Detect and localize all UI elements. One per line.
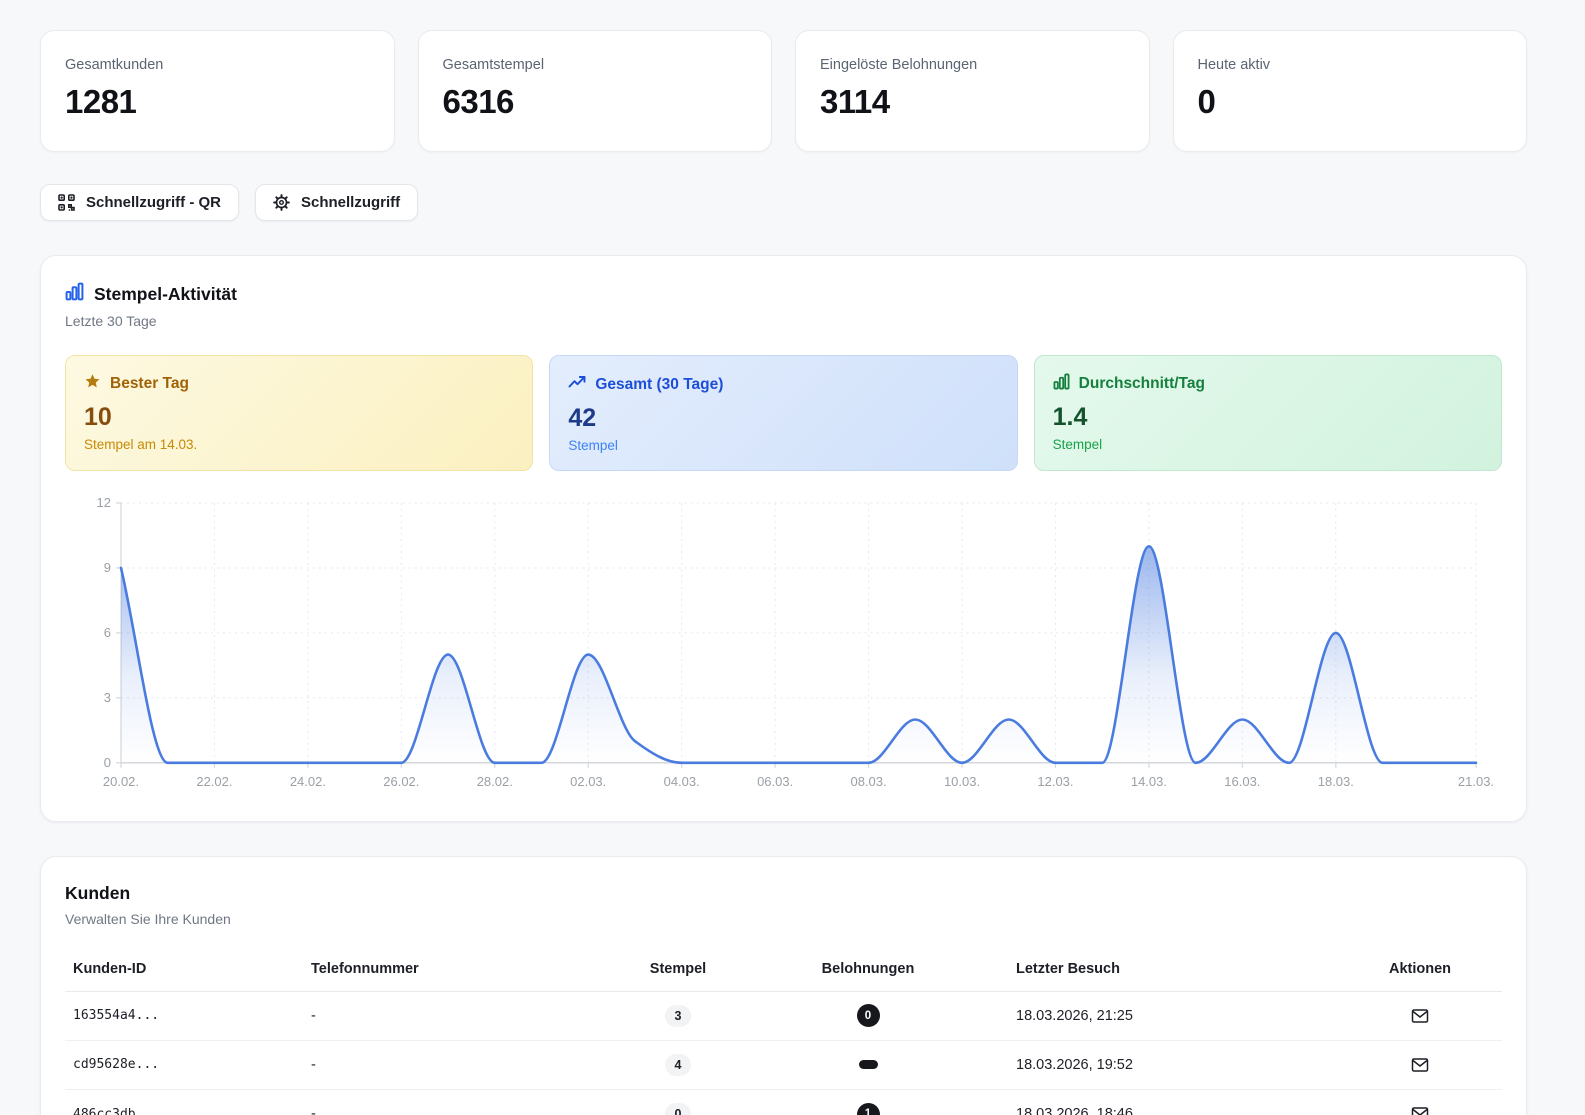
svg-text:28.02.: 28.02. [477, 774, 513, 789]
activity-highlights: Bester Tag 10 Stempel am 14.03. Gesamt (… [65, 355, 1502, 471]
last-visit: 18.03.2026, 21:25 [1016, 1007, 1133, 1024]
svg-text:6: 6 [104, 625, 111, 640]
svg-text:04.03.: 04.03. [664, 774, 700, 789]
mail-icon [1411, 1058, 1429, 1077]
qr-code-icon [58, 194, 75, 211]
svg-text:18.03.: 18.03. [1318, 774, 1354, 789]
quick-access-qr-label: Schnellzugriff - QR [86, 194, 221, 211]
highlight-best-day: Bester Tag 10 Stempel am 14.03. [65, 355, 534, 471]
gear-icon [273, 194, 290, 211]
table-row[interactable]: 486cc3db... - 0 1 18.03.2026, 18:46 [65, 1090, 1502, 1115]
column-header-last-visit: Letzter Besuch [1016, 960, 1120, 977]
last-visit: 18.03.2026, 18:46 [1016, 1106, 1133, 1115]
stat-value: 1281 [65, 83, 137, 120]
last-visit: 18.03.2026, 19:52 [1016, 1056, 1133, 1073]
stamps-badge: 4 [665, 1053, 691, 1076]
svg-text:12: 12 [97, 495, 111, 510]
mail-button[interactable] [1407, 1003, 1433, 1029]
svg-text:22.02.: 22.02. [196, 774, 232, 789]
highlight-label: Durchschnitt/Tag [1078, 375, 1205, 392]
star-icon [84, 373, 101, 395]
svg-text:08.03.: 08.03. [851, 774, 887, 789]
highlight-value: 10 [84, 403, 112, 431]
svg-text:9: 9 [104, 560, 111, 575]
svg-text:12.03.: 12.03. [1037, 774, 1073, 789]
highlight-average-per-day: Durchschnitt/Tag 1.4 Stempel [1033, 355, 1502, 471]
customer-id: 163554a4... [73, 1008, 160, 1024]
stat-label: Gesamtkunden [65, 57, 164, 73]
customer-phone: - [311, 1056, 316, 1073]
quick-access-settings-button[interactable]: Schnellzugriff [255, 184, 419, 221]
column-header-actions: Aktionen [1388, 960, 1452, 977]
stat-value: 3114 [820, 83, 890, 120]
column-header-phone: Telefonnummer [311, 960, 419, 977]
svg-text:10.03.: 10.03. [944, 774, 980, 789]
customers-table: Kunden-ID Telefonnummer Stempel Belohnun… [65, 955, 1502, 1115]
rewards-badge: 0 [856, 1004, 880, 1028]
svg-text:02.03.: 02.03. [570, 774, 606, 789]
bar-chart-icon [65, 282, 84, 306]
highlight-label: Gesamt (30 Tage) [595, 375, 724, 393]
svg-text:20.02.: 20.02. [103, 774, 139, 789]
stat-value: 0 [1197, 83, 1216, 120]
quick-actions-row: Schnellzugriff - QR Schnellzugriff [40, 184, 1527, 221]
column-header-customer-id: Kunden-ID [73, 960, 147, 977]
customer-phone: - [311, 1007, 316, 1024]
stamps-badge: 0 [665, 1103, 691, 1115]
customer-phone: - [311, 1106, 316, 1115]
stat-label: Heute aktiv [1197, 57, 1271, 73]
stamps-badge: 3 [665, 1004, 691, 1027]
highlight-value: 42 [568, 404, 597, 432]
svg-text:3: 3 [104, 690, 111, 705]
stat-value: 6316 [442, 83, 515, 120]
table-row[interactable]: cd95628e... - 4 18.03.2026, 19:52 [65, 1041, 1502, 1090]
customer-id: cd95628e... [73, 1057, 160, 1073]
column-header-rewards: Belohnungen [821, 960, 915, 977]
dashboard-page: Gesamtkunden 1281 Gesamtstempel 6316 Ein… [0, 0, 1585, 1115]
highlight-caption: Stempel [1052, 437, 1103, 452]
activity-chart: 0 3 6 9 12 20.02. 22.02. 24.02. 26.02. 28.02. 02.0… [65, 495, 1502, 795]
mail-button[interactable] [1407, 1052, 1433, 1078]
svg-text:24.02.: 24.02. [290, 774, 326, 789]
stat-card-redeemed-rewards: Eingelöste Belohnungen 3114 [795, 30, 1150, 152]
svg-text:14.03.: 14.03. [1131, 774, 1167, 789]
customers-card-title: Kunden [65, 882, 131, 903]
stat-label: Eingelöste Belohnungen [820, 57, 978, 73]
bar-chart-icon [1053, 373, 1070, 395]
mail-icon [1411, 1107, 1429, 1115]
highlight-total-30-days: Gesamt (30 Tage) 42 Stempel [549, 355, 1018, 471]
stat-card-active-today: Heute aktiv 0 [1172, 30, 1527, 152]
activity-card-subtitle: Letzte 30 Tage [65, 313, 157, 329]
activity-chart-svg: 0 3 6 9 12 20.02. 22.02. 24.02. 26.02. 28.02. 02.0… [97, 495, 1495, 789]
column-header-stamps: Stempel [649, 960, 707, 977]
trend-up-icon [568, 373, 586, 396]
mail-icon [1411, 1009, 1429, 1028]
customers-card: Kunden Verwalten Sie Ihre Kunden Kunden-… [40, 855, 1527, 1115]
stamp-activity-card: Stempel-Aktivität Letzte 30 Tage Bester … [40, 255, 1527, 822]
stat-cards-row: Gesamtkunden 1281 Gesamtstempel 6316 Ein… [40, 30, 1527, 152]
customer-id: 486cc3db... [73, 1106, 160, 1115]
rewards-badge [858, 1060, 878, 1070]
highlight-label: Bester Tag [110, 375, 189, 392]
stat-card-total-customers: Gesamtkunden 1281 [40, 30, 395, 152]
customers-card-subtitle: Verwalten Sie Ihre Kunden [65, 910, 231, 927]
table-row[interactable]: 163554a4... - 3 0 18.03.2026, 21:25 [65, 992, 1502, 1041]
svg-text:26.02.: 26.02. [383, 774, 419, 789]
rewards-badge: 1 [856, 1102, 880, 1115]
customer-table-body: 163554a4... - 3 0 18.03.2026, 21:25 cd95628e… [65, 992, 1502, 1115]
svg-text:21.03.: 21.03. [1458, 774, 1494, 789]
svg-text:0: 0 [104, 755, 111, 770]
highlight-value: 1.4 [1052, 403, 1088, 431]
quick-access-settings-label: Schnellzugriff [301, 194, 401, 211]
quick-access-qr-button[interactable]: Schnellzugriff - QR [40, 184, 239, 221]
svg-text:16.03.: 16.03. [1224, 774, 1260, 789]
stat-card-total-stamps: Gesamtstempel 6316 [417, 30, 772, 152]
highlight-caption: Stempel [568, 438, 618, 453]
activity-card-title: Stempel-Aktivität [94, 283, 237, 304]
mail-button[interactable] [1407, 1101, 1433, 1115]
svg-text:06.03.: 06.03. [757, 774, 793, 789]
highlight-caption: Stempel am 14.03. [84, 437, 198, 452]
customers-table-header: Kunden-ID Telefonnummer Stempel Belohnun… [65, 955, 1502, 992]
stat-label: Gesamtstempel [442, 57, 545, 73]
